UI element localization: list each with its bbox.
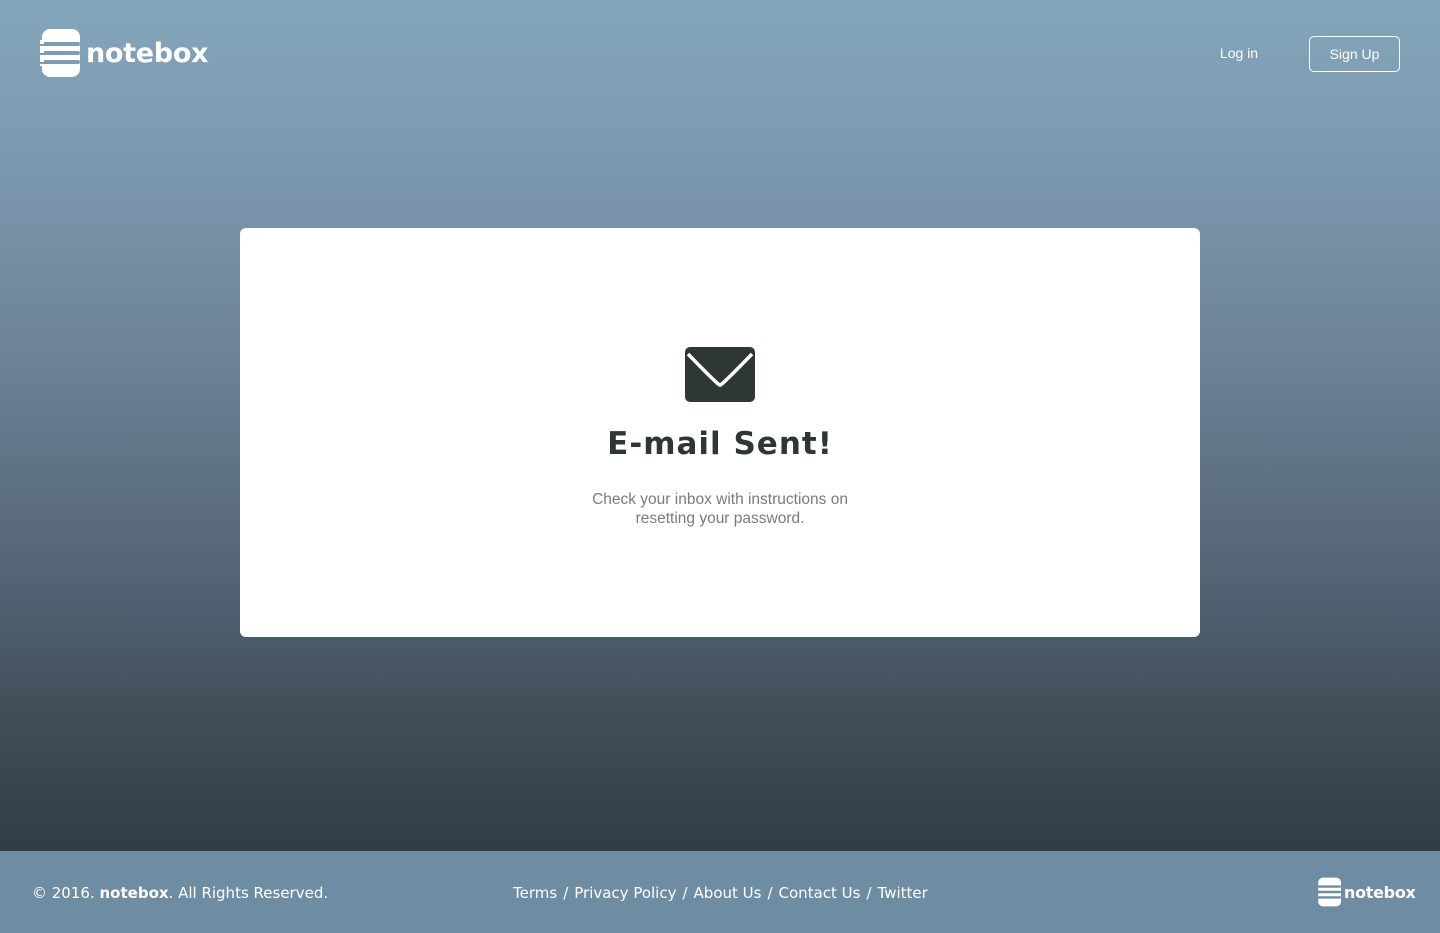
footer-link-privacy-policy[interactable]: Privacy Policy <box>574 884 676 902</box>
footer-separator: / <box>563 884 569 902</box>
hero-background: notebox Log in Sign Up E-mail Sent! Chec… <box>0 0 1440 851</box>
card-title: E-mail Sent! <box>607 426 833 462</box>
footer-logo-text: notebox <box>1344 882 1416 902</box>
footer: © 2016. notebox. All Rights Reserved. Te… <box>0 851 1440 933</box>
copyright-suffix: . All Rights Reserved. <box>168 884 329 902</box>
copyright-prefix: © 2016. <box>32 884 95 902</box>
footer-logo[interactable]: notebox <box>1317 877 1416 907</box>
footer-link-terms[interactable]: Terms <box>513 884 557 902</box>
notebook-logo-icon <box>1317 877 1341 907</box>
footer-separator: / <box>682 884 688 902</box>
envelope-icon <box>685 347 755 402</box>
card-message: Check your inbox with instructions on re… <box>592 491 848 527</box>
copyright-brand: notebox <box>99 884 169 902</box>
footer-link-twitter[interactable]: Twitter <box>878 884 928 902</box>
footer-separator: / <box>767 884 773 902</box>
footer-link-about-us[interactable]: About Us <box>694 884 762 902</box>
login-link[interactable]: Log in <box>1208 36 1270 70</box>
footer-links: Terms / Privacy Policy / About Us / Cont… <box>513 884 928 902</box>
signup-button[interactable]: Sign Up <box>1309 36 1400 72</box>
notebook-logo-icon <box>40 29 80 77</box>
page: notebox Log in Sign Up E-mail Sent! Chec… <box>0 0 1440 933</box>
logo-text: notebox <box>86 37 209 69</box>
header-logo[interactable]: notebox <box>40 29 208 77</box>
footer-link-contact-us[interactable]: Contact Us <box>779 884 861 902</box>
copyright: © 2016. notebox. All Rights Reserved. <box>32 884 328 902</box>
email-sent-card: E-mail Sent! Check your inbox with instr… <box>240 228 1200 637</box>
footer-separator: / <box>866 884 872 902</box>
